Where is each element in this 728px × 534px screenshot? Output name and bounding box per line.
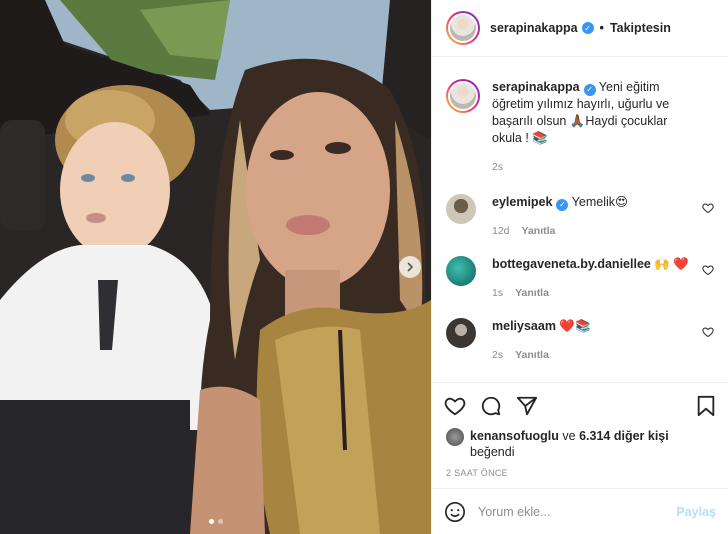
- comment-text: 🙌 ❤️: [654, 257, 689, 271]
- post-modal: serapinakappa ✓ • Takiptesin serapinakap…: [0, 0, 728, 534]
- author-username[interactable]: serapinakappa: [490, 21, 578, 35]
- author-avatar[interactable]: [446, 11, 480, 45]
- comment-username[interactable]: eylemipek: [492, 195, 552, 209]
- bookmark-icon[interactable]: [696, 395, 716, 417]
- comment-username[interactable]: bottegaveneta.by.daniellee: [492, 257, 651, 271]
- likes-connector: ve: [562, 429, 576, 443]
- comment-text: Yemelik😍: [571, 195, 629, 209]
- caption-time[interactable]: 2s: [492, 159, 503, 176]
- post-image: [0, 0, 431, 534]
- comment-item: eylemipek ✓ Yemelik😍 12d Yanıtla: [446, 194, 714, 240]
- comment-time[interactable]: 2s: [492, 347, 503, 364]
- likes-suffix: beğendi: [470, 445, 515, 459]
- likes-summary: kenansofuoglu ve 6.314 diğer kişi beğend…: [432, 428, 728, 460]
- emoji-picker-icon[interactable]: [444, 501, 466, 523]
- carousel-dot-1: [208, 519, 214, 524]
- comment-avatar[interactable]: [446, 256, 476, 286]
- liker-username[interactable]: kenansofuoglu: [470, 429, 559, 443]
- carousel-dot-2: [217, 519, 223, 524]
- reply-button[interactable]: Yanıtla: [515, 347, 549, 364]
- verified-badge-icon: ✓: [581, 22, 594, 34]
- caption: serapinakappa ✓ Yeni eğitim öğretim yılım…: [446, 79, 714, 176]
- verified-badge-icon: ✓: [583, 83, 596, 96]
- like-heart-icon[interactable]: [444, 395, 466, 417]
- verified-badge-icon: ✓: [556, 198, 569, 211]
- post-panel: serapinakappa ✓ • Takiptesin serapinakap…: [431, 0, 728, 534]
- like-comment-heart-icon[interactable]: [702, 264, 714, 276]
- comments-list: serapinakappa ✓ Yeni eğitim öğretim yılım…: [432, 57, 728, 382]
- comment-composer: Paylaş: [432, 488, 728, 534]
- like-comment-heart-icon[interactable]: [702, 202, 714, 214]
- share-paper-plane-icon[interactable]: [516, 395, 538, 417]
- follow-status-button[interactable]: Takiptesin: [610, 21, 671, 35]
- header-separator: •: [599, 21, 604, 35]
- comment-username[interactable]: meliysaam: [492, 319, 556, 333]
- caption-avatar[interactable]: [446, 79, 480, 113]
- comment-text: ❤️📚: [559, 319, 591, 333]
- liker-avatar[interactable]: [446, 428, 464, 446]
- comment-time[interactable]: 1s: [492, 285, 503, 302]
- caption-username[interactable]: serapinakappa: [492, 80, 580, 94]
- comment-avatar[interactable]: [446, 318, 476, 348]
- post-actions: [432, 382, 728, 428]
- post-header: serapinakappa ✓ • Takiptesin: [432, 0, 728, 57]
- comment-item: bottegaveneta.by.daniellee 🙌 ❤️ 1s Yanıt…: [446, 256, 714, 302]
- chevron-right-icon: [407, 262, 414, 272]
- carousel-next-button[interactable]: [399, 256, 421, 278]
- post-photo[interactable]: [0, 0, 431, 534]
- likes-count[interactable]: 6.314 diğer kişi: [579, 429, 669, 443]
- comment-avatar[interactable]: [446, 194, 476, 224]
- post-timestamp[interactable]: 2 SAAT ÖNCE: [432, 460, 728, 488]
- comment-time[interactable]: 12d: [492, 223, 510, 240]
- comment-bubble-icon[interactable]: [480, 395, 502, 417]
- comment-item: meliysaam ❤️📚 2s Yanıtla: [446, 318, 714, 364]
- comment-input[interactable]: [478, 504, 677, 519]
- reply-button[interactable]: Yanıtla: [522, 223, 556, 240]
- post-comment-button[interactable]: Paylaş: [676, 505, 716, 519]
- reply-button[interactable]: Yanıtla: [515, 285, 549, 302]
- carousel-indicator: [0, 519, 431, 524]
- like-comment-heart-icon[interactable]: [702, 326, 714, 338]
